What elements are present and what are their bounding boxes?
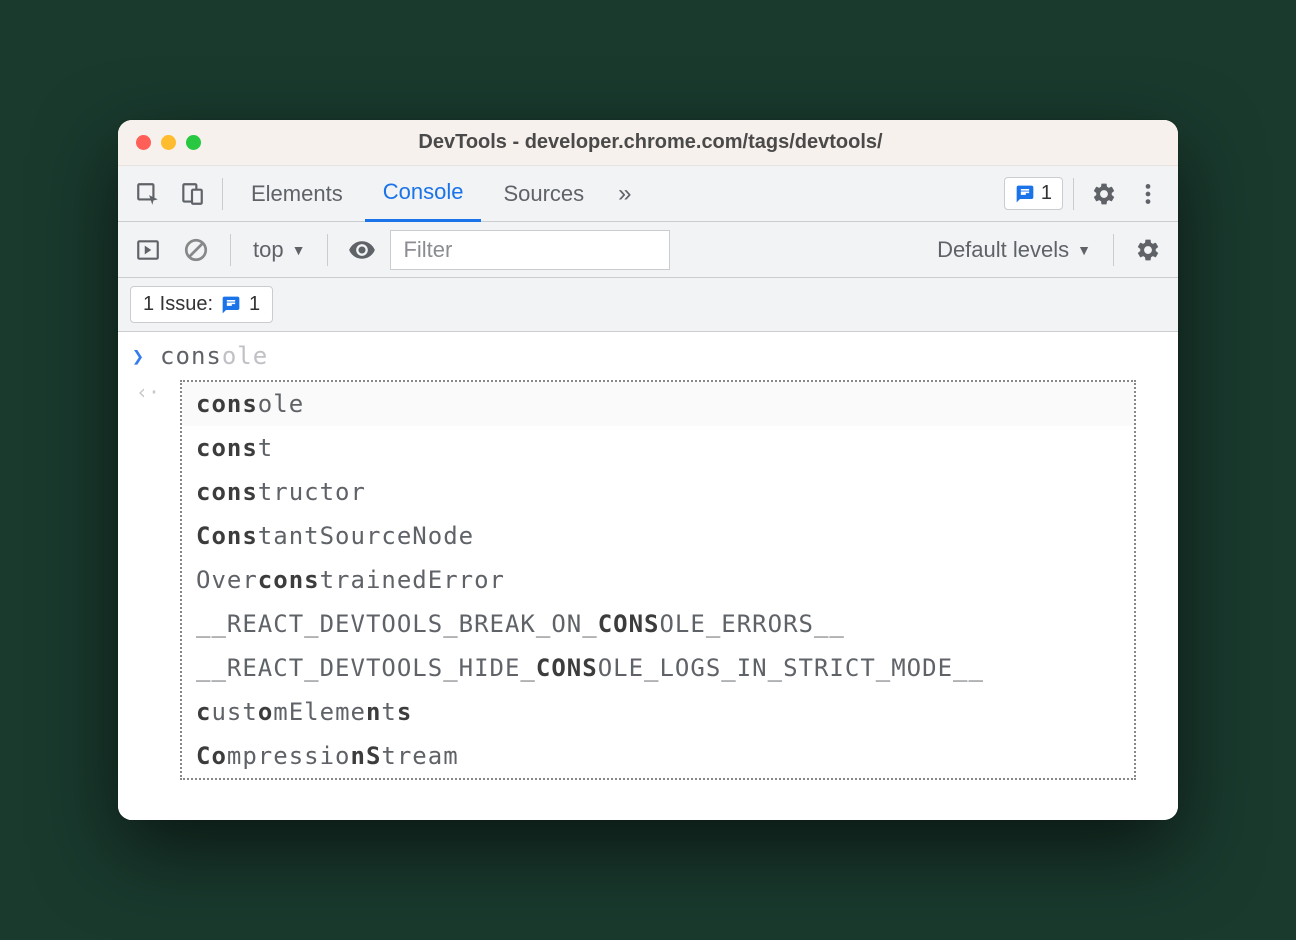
console-settings-icon[interactable] (1128, 230, 1168, 270)
output-arrow-icon: ‹· (118, 380, 160, 404)
chat-icon (221, 295, 241, 315)
separator (222, 178, 223, 210)
issue-label: 1 Issue: (143, 293, 213, 316)
separator (230, 234, 231, 266)
console-input-text: console (160, 342, 268, 370)
chat-icon (1015, 184, 1035, 204)
separator (1073, 178, 1074, 210)
dropdown-icon: ▼ (292, 242, 306, 258)
autocomplete-popup: consoleconstconstructorConstantSourceNod… (180, 380, 1136, 780)
separator (327, 234, 328, 266)
clear-console-icon[interactable] (176, 230, 216, 270)
autocomplete-item[interactable]: customElements (182, 690, 1134, 734)
issues-badge[interactable]: 1 (1004, 177, 1063, 210)
dropdown-icon: ▼ (1077, 242, 1091, 258)
autocomplete-item[interactable]: console (182, 382, 1134, 426)
autocomplete-item[interactable]: const (182, 426, 1134, 470)
autocomplete-item[interactable]: __REACT_DEVTOOLS_HIDE_CONSOLE_LOGS_IN_ST… (182, 646, 1134, 690)
autocomplete-item[interactable]: OverconstrainedError (182, 558, 1134, 602)
levels-label: Default levels (937, 237, 1069, 263)
context-label: top (253, 237, 284, 263)
prompt-arrow-icon: ❯ (132, 344, 144, 368)
more-icon[interactable] (1128, 174, 1168, 214)
console-toolbar: top ▼ Default levels ▼ (118, 222, 1178, 278)
tabs-overflow-icon[interactable]: » (606, 180, 643, 208)
tab-elements[interactable]: Elements (233, 166, 361, 222)
autocomplete-item[interactable]: constructor (182, 470, 1134, 514)
tab-sources[interactable]: Sources (485, 166, 602, 222)
issue-count: 1 (249, 293, 260, 316)
issue-bar: 1 Issue: 1 (118, 278, 1178, 332)
autocomplete-item[interactable]: CompressionStream (182, 734, 1134, 778)
settings-icon[interactable] (1084, 174, 1124, 214)
select-element-icon[interactable] (128, 174, 168, 214)
tab-console[interactable]: Console (365, 166, 482, 222)
window-title: DevTools - developer.chrome.com/tags/dev… (141, 131, 1160, 154)
filter-input[interactable] (390, 230, 670, 270)
autocomplete-item[interactable]: __REACT_DEVTOOLS_BREAK_ON_CONSOLE_ERRORS… (182, 602, 1134, 646)
issue-pill[interactable]: 1 Issue: 1 (130, 286, 273, 323)
console-body: ❯ console ‹· consoleconstconstructorCons… (118, 332, 1178, 820)
live-expression-icon[interactable] (342, 230, 382, 270)
devtools-window: DevTools - developer.chrome.com/tags/dev… (118, 120, 1178, 820)
console-input-row[interactable]: ❯ console (118, 332, 1178, 380)
separator (1113, 234, 1114, 266)
context-selector[interactable]: top ▼ (245, 237, 313, 263)
issues-count: 1 (1041, 182, 1052, 205)
autocomplete-item[interactable]: ConstantSourceNode (182, 514, 1134, 558)
sidebar-toggle-icon[interactable] (128, 230, 168, 270)
device-toggle-icon[interactable] (172, 174, 212, 214)
log-levels-selector[interactable]: Default levels ▼ (929, 237, 1099, 263)
titlebar: DevTools - developer.chrome.com/tags/dev… (118, 120, 1178, 166)
panel-tabbar: Elements Console Sources » 1 (118, 166, 1178, 222)
